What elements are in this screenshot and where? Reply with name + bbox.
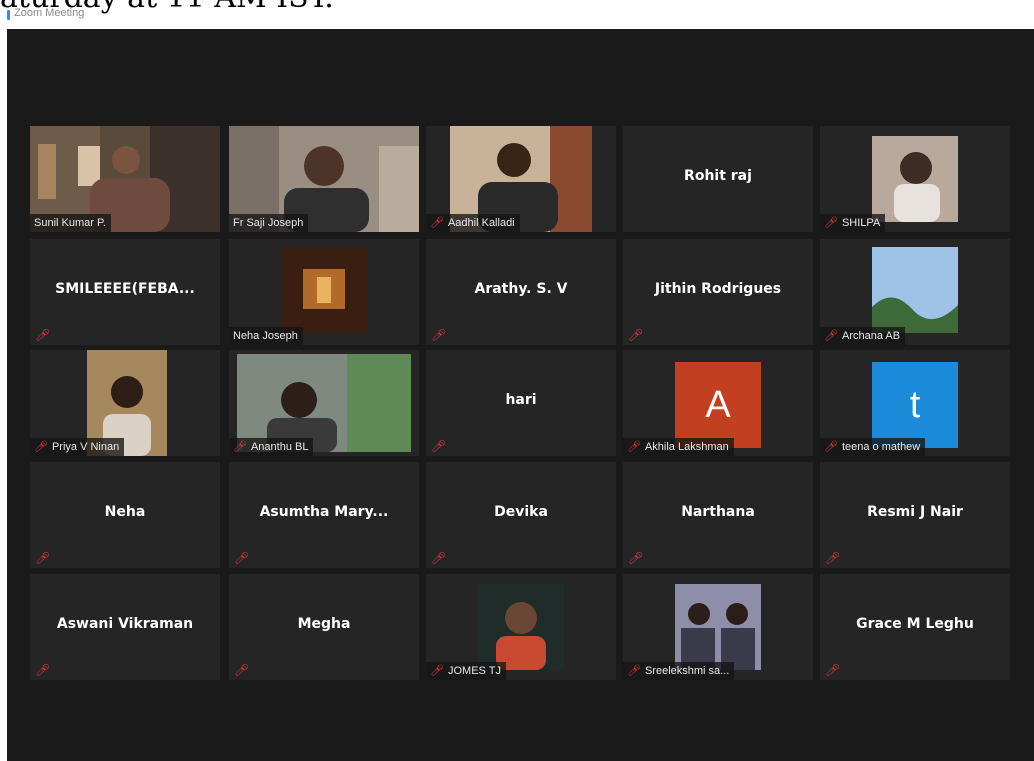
muted-mic-icon: 🎤︎	[35, 663, 51, 677]
participant-name-label: 🎤︎ JOMES TJ	[426, 662, 506, 680]
muted-mic-icon: 🎤︎	[825, 551, 841, 565]
participant-tile[interactable]: Resmi J Nair 🎤︎	[820, 462, 1010, 568]
participant-tile[interactable]: Fr Saji Joseph	[229, 126, 419, 232]
avatar: A	[675, 362, 761, 448]
participant-name-label: 🎤︎ Sreelekshmi sa...	[623, 662, 735, 680]
participant-name-label: Neha Joseph	[229, 327, 303, 345]
participant-tile[interactable]: 🎤︎ Sreelekshmi sa...	[623, 574, 813, 680]
window-titlebar: Zoom Meeting	[0, 0, 1034, 28]
participant-name: Jithin Rodrigues	[654, 281, 782, 297]
muted-mic-icon: 🎤︎	[825, 663, 841, 677]
participant-tile[interactable]: A 🎤︎ Akhila Lakshman	[623, 350, 813, 456]
participant-name: Sunil Kumar P.	[34, 217, 106, 229]
muted-mic-icon: 🎤︎	[628, 551, 644, 565]
participant-name-label: 🎤︎ SHILPA	[820, 214, 886, 232]
participant-name-label: 🎤︎ teena o mathew	[820, 438, 926, 456]
participant-tile[interactable]: Neha Joseph	[229, 239, 419, 345]
participant-tile[interactable]: Asumtha Mary... 🎤︎	[229, 462, 419, 568]
muted-mic-icon: 🎤︎	[824, 330, 838, 342]
participant-name: Aswani Vikraman	[56, 616, 194, 632]
participant-tile[interactable]: Devika 🎤︎	[426, 462, 616, 568]
participant-tile[interactable]: 🎤︎ SHILPA	[820, 126, 1010, 232]
participant-name: Archana AB	[841, 330, 901, 342]
muted-mic-icon: 🎤︎	[234, 663, 250, 677]
gallery-view: Sunil Kumar P. Fr Saji Joseph 🎤︎ Aadhil K…	[7, 29, 1034, 761]
muted-mic-icon: 🎤︎	[628, 328, 644, 342]
participant-tile[interactable]: 🎤︎ Aadhil Kalladi	[426, 126, 616, 232]
muted-mic-icon: 🎤︎	[627, 665, 641, 677]
participant-tile[interactable]: hari 🎤︎	[426, 350, 616, 456]
muted-mic-icon: 🎤︎	[431, 439, 447, 453]
participant-tile[interactable]: 🎤︎ Archana AB	[820, 239, 1010, 345]
participant-name-label: 🎤︎ Aadhil Kalladi	[426, 214, 520, 232]
participant-name-label: Fr Saji Joseph	[229, 214, 309, 232]
muted-mic-icon: 🎤︎	[234, 551, 250, 565]
muted-mic-icon: 🎤︎	[627, 441, 641, 453]
participant-name: Asumtha Mary...	[259, 504, 389, 520]
participant-name: Neha	[104, 504, 146, 520]
participant-tile[interactable]: 🎤︎ JOMES TJ	[426, 574, 616, 680]
participant-name-label: 🎤︎ Archana AB	[820, 327, 906, 345]
muted-mic-icon: 🎤︎	[35, 551, 51, 565]
participant-name: Sreelekshmi sa...	[644, 665, 730, 677]
participant-name: Rohit raj	[684, 168, 752, 184]
muted-mic-icon: 🎤︎	[430, 665, 444, 677]
participant-name: Priya V Ninan	[51, 441, 120, 453]
participant-name-label: 🎤︎ Priya V Ninan	[30, 438, 125, 456]
participant-tile[interactable]: Megha 🎤︎	[229, 574, 419, 680]
participant-name: JOMES TJ	[447, 665, 501, 677]
participant-name: Grace M Leghu	[856, 616, 974, 632]
participant-name: hari	[505, 392, 537, 408]
participant-tile[interactable]: 🎤︎ Ananthu BL	[229, 350, 419, 456]
participant-name: Neha Joseph	[233, 330, 298, 342]
participant-tile[interactable]: Grace M Leghu 🎤︎	[820, 574, 1010, 680]
window-title: Zoom Meeting	[14, 7, 85, 19]
zoom-logo-icon	[7, 10, 10, 20]
participant-tile[interactable]: Arathy. S. V 🎤︎	[426, 239, 616, 345]
muted-mic-icon: 🎤︎	[430, 217, 444, 229]
participant-name: Megha	[297, 616, 351, 632]
muted-mic-icon: 🎤︎	[824, 441, 838, 453]
participant-tile[interactable]: 🎤︎ Priya V Ninan	[30, 350, 220, 456]
muted-mic-icon: 🎤︎	[35, 328, 51, 342]
muted-mic-icon: 🎤︎	[431, 551, 447, 565]
participant-name: Devika	[494, 504, 548, 520]
participant-name: Ananthu BL	[250, 441, 309, 453]
participant-tile[interactable]: Neha 🎤︎	[30, 462, 220, 568]
participant-name: Akhila Lakshman	[644, 441, 729, 453]
participant-tile[interactable]: SMILEEEE(FEBA... 🎤︎	[30, 239, 220, 345]
participant-name-label: Sunil Kumar P.	[30, 214, 111, 232]
participant-tile[interactable]: Aswani Vikraman 🎤︎	[30, 574, 220, 680]
participant-name: Narthana	[681, 504, 755, 520]
participant-tile[interactable]: Narthana 🎤︎	[623, 462, 813, 568]
participant-name-label: 🎤︎ Akhila Lakshman	[623, 438, 734, 456]
participant-name: Fr Saji Joseph	[233, 217, 304, 229]
participant-tile[interactable]: t 🎤︎ teena o mathew	[820, 350, 1010, 456]
participant-name: SMILEEEE(FEBA...	[55, 281, 195, 297]
participant-name: Arathy. S. V	[474, 281, 568, 297]
participant-tile[interactable]: Sunil Kumar P.	[30, 126, 220, 232]
muted-mic-icon: 🎤︎	[34, 441, 48, 453]
avatar: t	[872, 362, 958, 448]
muted-mic-icon: 🎤︎	[824, 217, 838, 229]
participant-tile[interactable]: Rohit raj	[623, 126, 813, 232]
participant-name: teena o mathew	[841, 441, 921, 453]
participant-name: Aadhil Kalladi	[447, 217, 515, 229]
participant-name-label: 🎤︎ Ananthu BL	[229, 438, 314, 456]
participant-tile[interactable]: Jithin Rodrigues 🎤︎	[623, 239, 813, 345]
participant-name: SHILPA	[841, 217, 881, 229]
participant-name: Resmi J Nair	[867, 504, 963, 520]
muted-mic-icon: 🎤︎	[431, 328, 447, 342]
muted-mic-icon: 🎤︎	[233, 441, 247, 453]
